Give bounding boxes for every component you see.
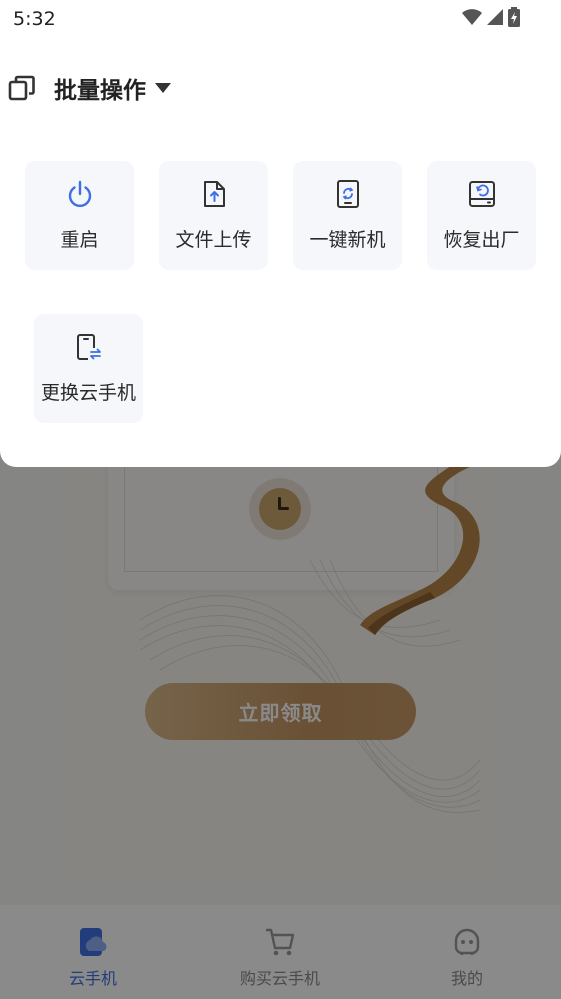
file-upload-icon <box>203 181 225 207</box>
batch-operation-panel: 5:32 批量操作 重启 文件上传 一键新机 恢复出厂 更换云手机 <box>0 0 561 467</box>
cellular-signal-icon <box>487 9 503 25</box>
phone-swap-icon <box>76 334 101 360</box>
factory-reset-button[interactable]: 恢复出厂 <box>427 161 536 270</box>
action-label: 重启 <box>60 229 99 251</box>
battery-charging-icon <box>508 7 520 27</box>
panel-title: 批量操作 <box>54 78 146 104</box>
factory-reset-icon <box>468 181 495 207</box>
action-label: 文件上传 <box>175 229 252 251</box>
one-click-new-device-button[interactable]: 一键新机 <box>293 161 402 270</box>
power-icon <box>68 180 91 208</box>
phone-refresh-icon <box>336 180 359 208</box>
reboot-button[interactable]: 重启 <box>25 161 134 270</box>
status-icons <box>461 7 521 27</box>
action-label: 一键新机 <box>309 229 386 251</box>
caret-down-icon <box>155 83 171 93</box>
change-cloud-phone-button[interactable]: 更换云手机 <box>34 314 143 423</box>
action-label: 更换云手机 <box>40 382 136 404</box>
file-upload-button[interactable]: 文件上传 <box>159 161 268 270</box>
batch-operation-dropdown[interactable]: 批量操作 <box>8 70 172 106</box>
wifi-icon <box>462 9 482 25</box>
action-label: 恢复出厂 <box>443 229 520 251</box>
multi-window-icon <box>8 75 35 101</box>
status-bar: 5:32 <box>0 0 561 38</box>
status-time: 5:32 <box>13 8 56 30</box>
